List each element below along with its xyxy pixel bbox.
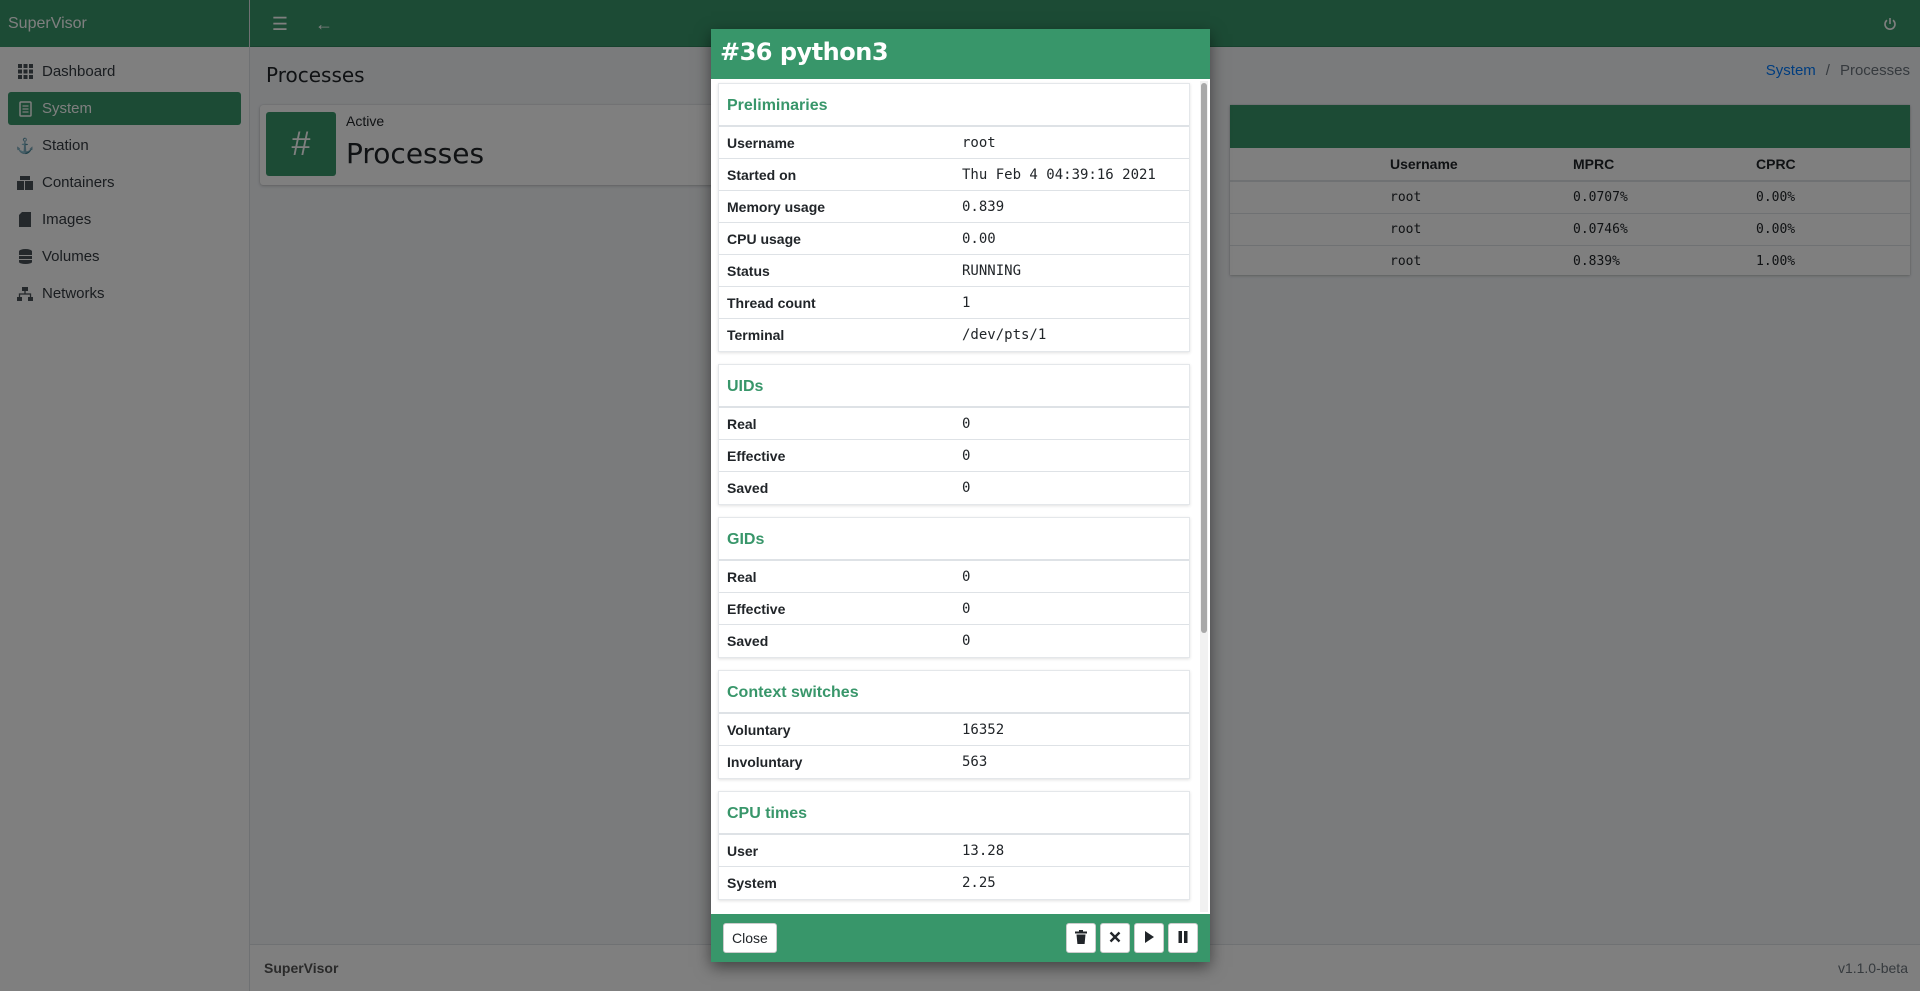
section-uids: UIDs Real 0 Effective 0 Saved 0 (718, 364, 1190, 505)
modal-footer: Close (711, 914, 1210, 962)
section-title: Context switches (719, 671, 1189, 714)
detail-value: /dev/pts/1 (962, 327, 1047, 343)
detail-value: 1 (962, 294, 971, 311)
detail-value: 16352 (962, 721, 1005, 738)
detail-key: Effective (727, 447, 786, 464)
detail-row: System 2.25 (719, 867, 1189, 899)
play-icon (1142, 930, 1156, 947)
detail-value: 0 (962, 447, 971, 464)
detail-row: Involuntary 563 (719, 746, 1189, 778)
detail-row: CPU usage 0.00 (719, 223, 1189, 255)
detail-row: User 13.28 (719, 835, 1189, 867)
section-preliminaries: Preliminaries Username root Started on Thu… (718, 83, 1190, 352)
detail-key: Status (727, 262, 770, 279)
detail-key: Thread count (727, 294, 816, 311)
detail-value: 0.839 (962, 198, 1005, 215)
detail-row: Effective 0 (719, 593, 1189, 625)
kill-icon (1108, 930, 1122, 947)
detail-row: Started on Thu Feb 4 04:39:16 2021 (719, 159, 1189, 191)
detail-value: 0.00 (962, 230, 996, 247)
section-context-switches: Context switches Voluntary 16352 Involunt… (718, 670, 1190, 779)
detail-key: Real (727, 415, 757, 432)
detail-value: 0 (962, 480, 971, 496)
detail-value: 0 (962, 600, 971, 617)
detail-key: Involuntary (727, 754, 803, 770)
detail-value: 563 (962, 754, 988, 770)
pause-icon (1176, 930, 1190, 947)
detail-key: Username (727, 134, 795, 151)
detail-row: Username root (719, 127, 1189, 159)
detail-row: Effective 0 (719, 440, 1189, 472)
section-title: CPU times (719, 792, 1189, 835)
close-button[interactable]: Close (723, 923, 777, 953)
detail-value: 2.25 (962, 875, 996, 891)
section-title: GIDs (719, 518, 1189, 561)
detail-row: Saved 0 (719, 625, 1189, 657)
section-cpu-times: CPU times User 13.28 System 2.25 (718, 791, 1190, 900)
detail-key: Effective (727, 600, 786, 617)
detail-row: Status RUNNING (719, 255, 1189, 287)
modal-title: #36 python3 (711, 29, 1210, 79)
detail-value: Thu Feb 4 04:39:16 2021 (962, 166, 1156, 183)
detail-key: Saved (727, 633, 769, 649)
detail-row: Real 0 (719, 408, 1189, 440)
section-title: Preliminaries (719, 84, 1189, 127)
detail-value: 0 (962, 568, 971, 585)
detail-row: Terminal/dev/pts/1 (719, 319, 1189, 351)
section-gids: GIDs Real 0 Effective 0 Saved 0 (718, 517, 1190, 658)
detail-key: Voluntary (727, 721, 791, 738)
detail-row: Voluntary 16352 (719, 714, 1189, 746)
suspend-process-button[interactable] (1168, 923, 1198, 953)
detail-key: Real (727, 568, 757, 585)
modal-body[interactable]: Preliminaries Username root Started on Thu… (711, 79, 1210, 914)
detail-row: Memory usage 0.839 (719, 191, 1189, 223)
detail-value: root (962, 134, 996, 151)
trash-icon (1074, 929, 1088, 947)
detail-key: User (727, 842, 759, 859)
detail-value: 13.28 (962, 842, 1005, 859)
detail-value: RUNNING (962, 262, 1022, 279)
process-actions (1066, 923, 1198, 953)
detail-key: Started on (727, 166, 797, 183)
resume-process-button[interactable] (1134, 923, 1164, 953)
detail-row: Thread count 1 (719, 287, 1189, 319)
detail-key: CPU usage (727, 230, 801, 247)
section-title: UIDs (719, 365, 1189, 408)
detail-key: Memory usage (727, 198, 826, 215)
detail-value: 0 (962, 633, 971, 649)
kill-process-button[interactable] (1100, 923, 1130, 953)
detail-row: Real 0 (719, 561, 1189, 593)
scrollbar-thumb[interactable] (1201, 83, 1207, 633)
process-detail-modal: #36 python3 Preliminaries Username root S… (711, 29, 1210, 962)
detail-key: System (727, 875, 777, 891)
detail-row: Saved 0 (719, 472, 1189, 504)
detail-key: Terminal (727, 327, 785, 343)
modal-scrollbar[interactable] (1200, 81, 1208, 912)
detail-value: 0 (962, 415, 971, 432)
delete-process-button[interactable] (1066, 923, 1096, 953)
detail-key: Saved (727, 480, 769, 496)
